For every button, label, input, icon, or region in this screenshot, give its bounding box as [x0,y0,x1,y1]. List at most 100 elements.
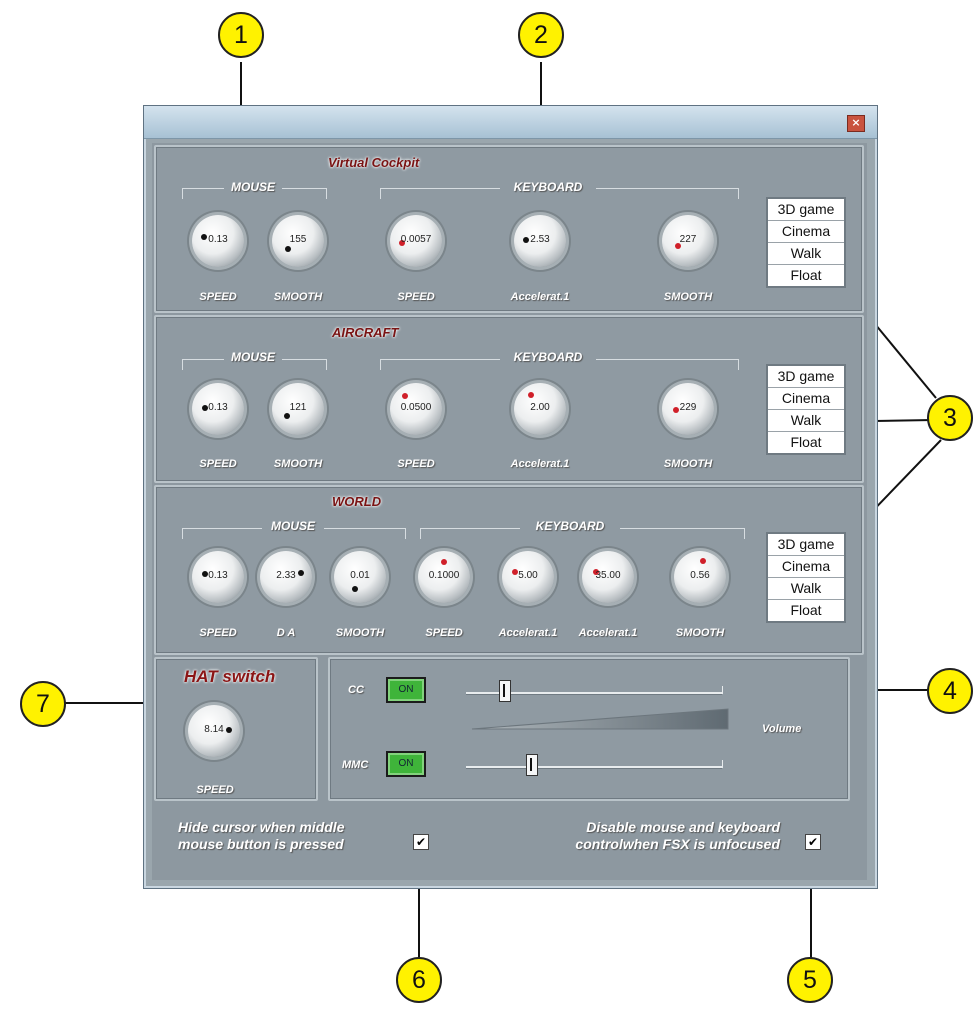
knob-value: 0.13 [208,234,228,245]
panel-aircraft [154,315,864,483]
mode-walk[interactable]: Walk [768,410,844,432]
knob-label: SMOOTH [663,458,713,470]
knob-value: 2.33 [276,570,296,581]
callout-1: 1 [218,12,264,58]
knob-label: Accelerat.1 [578,627,638,639]
knob-world-mouse-da[interactable]: 2.33 [260,551,312,603]
mode-float[interactable]: Float [768,265,844,286]
knob-label: SMOOTH [335,627,385,639]
knob-label: SPEED [397,458,435,470]
knob-aircraft-mouse-speed[interactable]: 0.13 [192,383,244,435]
mode-list-aircraft: 3D game Cinema Walk Float [766,364,846,455]
section-title-virtual-cockpit: Virtual Cockpit [328,155,420,170]
knob-aircraft-keyboard-smooth[interactable]: 229 [662,383,714,435]
knob-label: Accelerat.1 [510,458,570,470]
knob-value: 35.00 [595,570,621,581]
hat-switch-title: HAT switch [184,667,276,686]
knob-value: 121 [289,402,307,413]
knob-value: 8.14 [204,724,224,735]
callout-2: 2 [518,12,564,58]
knob-label: SMOOTH [273,291,323,303]
knob-value: 0.56 [690,570,710,581]
knob-aircraft-mouse-smooth[interactable]: 121 [272,383,324,435]
knob-label: D A [276,627,296,639]
mode-float[interactable]: Float [768,600,844,621]
knob-aircraft-keyboard-accel[interactable]: 2.00 [514,383,566,435]
knob-label: Accelerat.1 [510,291,570,303]
mode-float[interactable]: Float [768,432,844,453]
mouse-group-label: MOUSE [230,350,276,364]
keyboard-group-label: KEYBOARD [513,350,583,364]
callout-3: 3 [927,395,973,441]
mouse-group-label: MOUSE [230,180,276,194]
knob-value: 227 [679,234,697,245]
knob-label: SPEED [199,458,237,470]
mode-list-world: 3D game Cinema Walk Float [766,532,846,623]
mmc-slider-track [466,766,722,769]
mode-cinema[interactable]: Cinema [768,388,844,410]
knob-value: 5.00 [518,570,538,581]
settings-window: × Virtual Cockpit MOUSE KEYBOARD 0.13 SP… [143,105,878,889]
mode-cinema[interactable]: Cinema [768,556,844,578]
volume-ramp [471,708,729,730]
knob-value: 155 [289,234,307,245]
knob-label: SMOOTH [675,627,725,639]
disable-unfocused-label: Disable mouse and keyboard controlwhen F… [575,819,780,852]
keyboard-group-label: KEYBOARD [513,180,583,194]
knob-label: SPEED [199,291,237,303]
knob-value: 2.00 [530,402,550,413]
knob-world-mouse-speed[interactable]: 0.13 [192,551,244,603]
callout-4: 4 [927,668,973,714]
knob-vc-keyboard-smooth[interactable]: 227 [662,215,714,267]
knob-vc-mouse-smooth[interactable]: 155 [272,215,324,267]
callout-6: 6 [396,957,442,1003]
knob-value: 0.01 [350,570,370,581]
knob-label: SPEED [199,627,237,639]
cc-label: CC [348,684,364,696]
knob-label: SMOOTH [273,458,323,470]
title-bar: × [144,106,877,139]
knob-label: SPEED [425,627,463,639]
close-button[interactable]: × [847,115,865,132]
knob-world-keyboard-speed[interactable]: 0.1000 [418,551,470,603]
cc-on-button[interactable]: ON [386,677,426,703]
knob-vc-mouse-speed[interactable]: 0.13 [192,215,244,267]
knob-value: 0.13 [208,402,228,413]
knob-hat-speed[interactable]: 8.14 [188,705,240,757]
mode-3d-game[interactable]: 3D game [768,199,844,221]
cc-slider-thumb[interactable] [499,680,511,702]
knob-world-keyboard-accel-2[interactable]: 35.00 [582,551,634,603]
section-title-world: WORLD [332,494,382,509]
knob-value: 2.53 [530,234,550,245]
knob-world-mouse-smooth[interactable]: 0.01 [334,551,386,603]
mode-walk[interactable]: Walk [768,578,844,600]
mmc-on-button[interactable]: ON [386,751,426,777]
knob-vc-keyboard-speed[interactable]: 0.0057 [390,215,442,267]
knob-value: 0.0057 [400,234,432,245]
mode-cinema[interactable]: Cinema [768,221,844,243]
knob-label: SMOOTH [663,291,713,303]
knob-world-keyboard-smooth[interactable]: 0.56 [674,551,726,603]
knob-value: 0.0500 [400,402,432,413]
knob-vc-keyboard-accel[interactable]: 2.53 [514,215,566,267]
volume-label: Volume [762,723,802,735]
callout-5: 5 [787,957,833,1003]
mouse-group-label: MOUSE [270,519,316,533]
disable-unfocused-checkbox[interactable]: ✔ [805,834,821,850]
knob-aircraft-keyboard-speed[interactable]: 0.0500 [390,383,442,435]
mode-walk[interactable]: Walk [768,243,844,265]
mode-3d-game[interactable]: 3D game [768,534,844,556]
knob-label: SPEED [196,784,234,796]
hide-cursor-checkbox[interactable]: ✔ [413,834,429,850]
section-title-aircraft: AIRCRAFT [332,325,399,340]
mmc-label: MMC [342,759,369,771]
knob-value: 0.1000 [428,570,460,581]
callout-7: 7 [20,681,66,727]
knob-world-keyboard-accel-1[interactable]: 5.00 [502,551,554,603]
knob-value: 229 [679,402,697,413]
mmc-slider-thumb[interactable] [526,754,538,776]
window-client-area: Virtual Cockpit MOUSE KEYBOARD 0.13 SPEE… [152,143,867,880]
mode-3d-game[interactable]: 3D game [768,366,844,388]
annotated-screenshot: 1 2 3 4 5 6 7 × Virtual Cockpit MOUSE KE… [0,0,980,1012]
hide-cursor-label: Hide cursor when middle mouse button is … [178,819,345,852]
